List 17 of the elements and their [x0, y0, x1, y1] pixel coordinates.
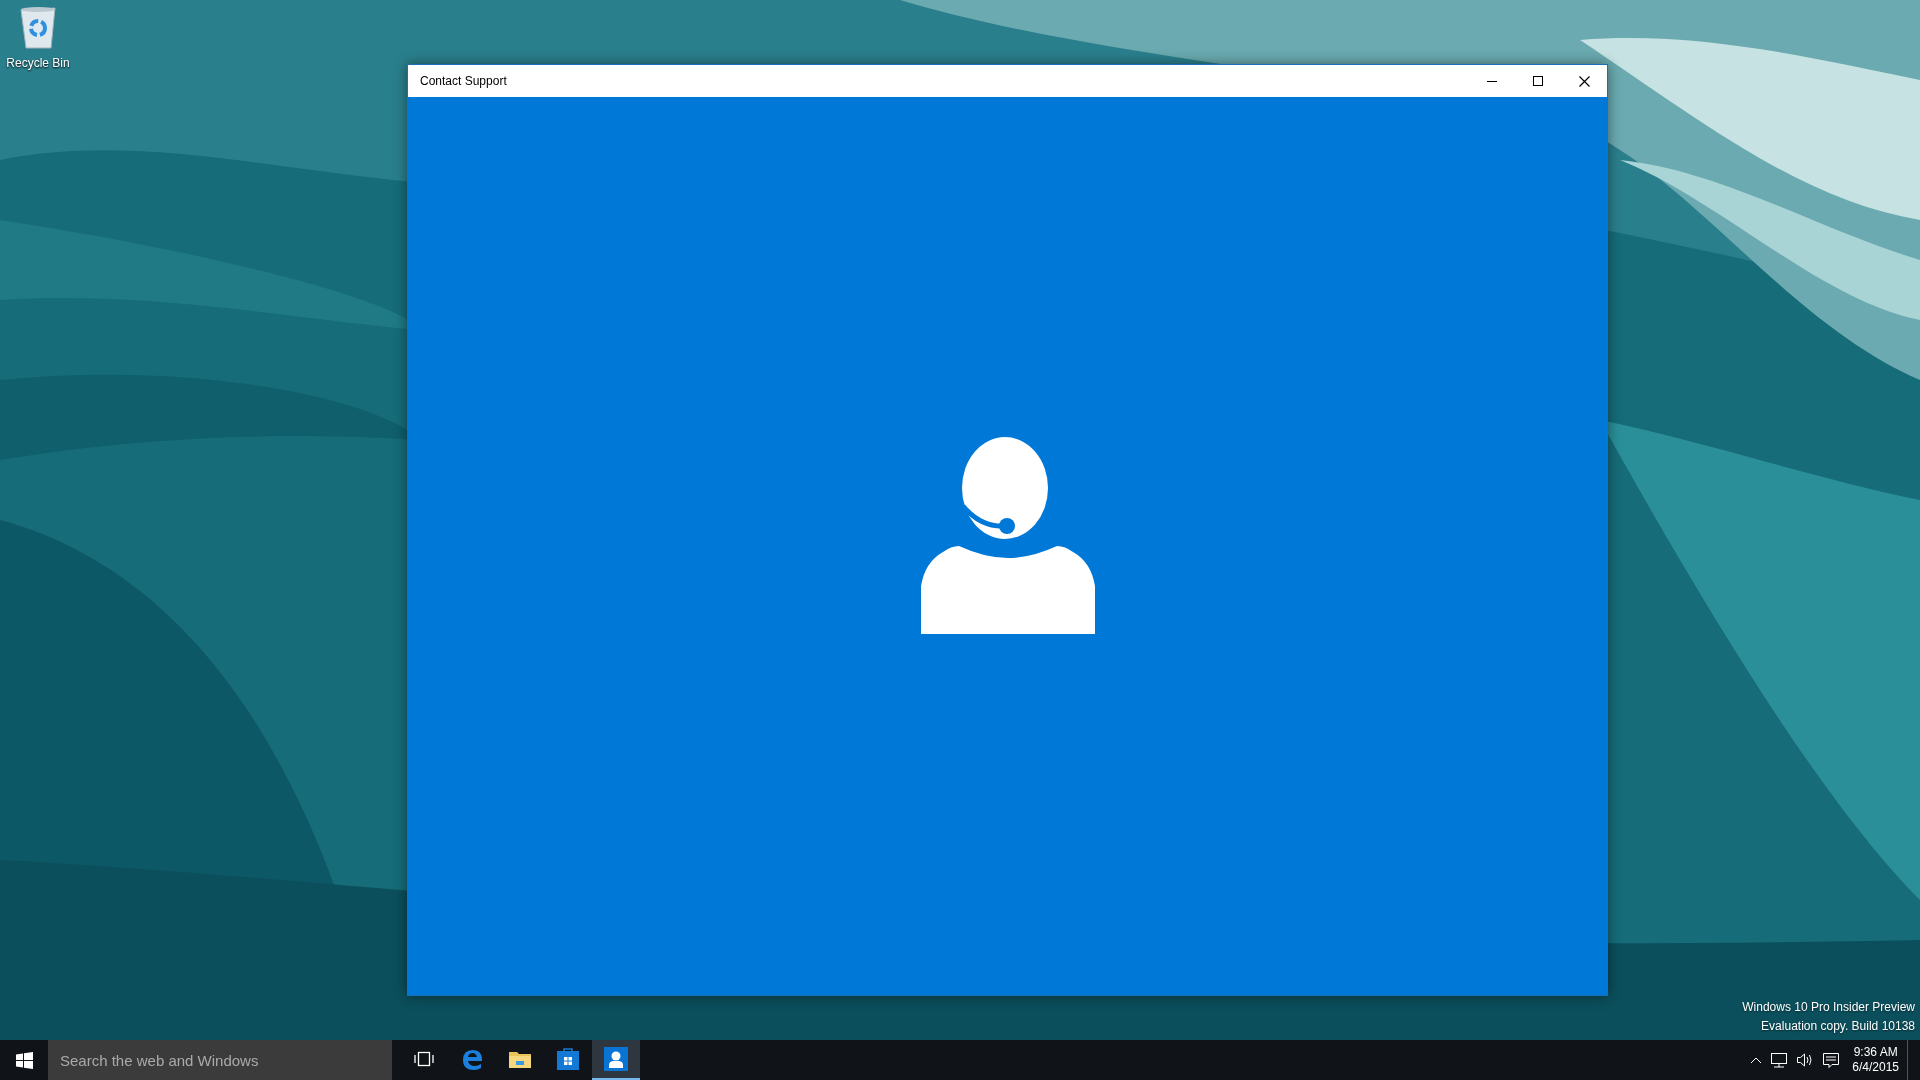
desktop-icon-label[interactable]: Recycle Bin	[6, 54, 70, 72]
windows-logo-icon	[15, 1051, 33, 1069]
taskbar-app-button[interactable]	[592, 1040, 640, 1080]
folder-icon	[508, 1049, 532, 1069]
build-info-text: Windows 10 Pro Insider Preview	[1742, 999, 1915, 1016]
window-title: Contact Support	[419, 73, 508, 90]
maximize-icon	[1533, 76, 1543, 86]
search-field[interactable]: Search the web and Windows	[48, 1040, 392, 1080]
build-info-text: Evaluation copy. Build 10138	[1760, 1018, 1915, 1035]
task-view-icon	[414, 1051, 434, 1067]
headset-person-icon	[920, 436, 1095, 634]
close-icon	[1578, 75, 1590, 87]
store-icon	[556, 1047, 580, 1071]
clock[interactable]: 9:36 AM 6/4/2015	[1844, 1040, 1907, 1080]
support-person-icon	[604, 1047, 628, 1071]
recycle-bin-icon	[18, 6, 58, 50]
browser-icon	[460, 1047, 484, 1071]
